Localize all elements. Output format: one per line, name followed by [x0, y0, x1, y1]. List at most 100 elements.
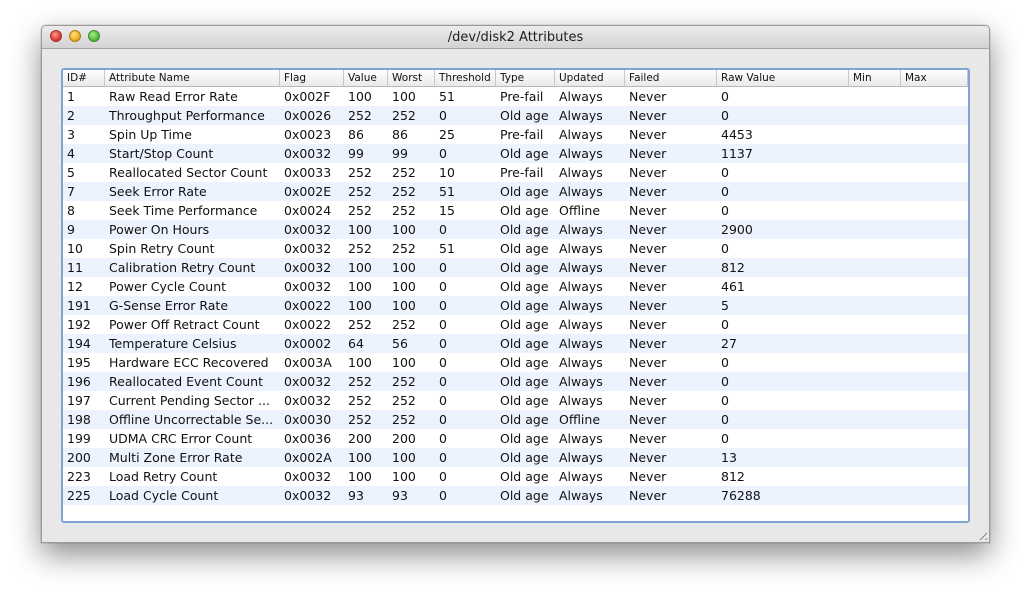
table-row[interactable]: 197 Current Pending Sector ... 0x0032 252 25… [63, 391, 968, 410]
window-title: /dev/disk2 Attributes [447, 30, 584, 45]
table-row[interactable]: 194 Temperature Celsius 0x0002 64 56 0 Old age… [63, 334, 968, 353]
column-header-id[interactable]: ID# [63, 70, 105, 86]
table-row[interactable]: 200 Multi Zone Error Rate 0x002A 100 100 0 Old… [63, 448, 968, 467]
cell-raw-value: 0 [721, 241, 729, 256]
cell-raw-value: 4453 [721, 127, 753, 142]
cell-max [901, 429, 968, 448]
attributes-window: /dev/disk2 Attributes ID# Attribute Name F… [41, 25, 990, 543]
table-row[interactable]: 4 Start/Stop Count 0x0032 99 99 0 Old age Alway… [63, 144, 968, 163]
cell-flag: 0x0032 [284, 241, 332, 256]
title-bar[interactable]: /dev/disk2 Attributes [42, 26, 989, 49]
cell-attribute-name: Seek Time Performance [109, 203, 258, 218]
column-header-updated[interactable]: Updated [555, 70, 625, 86]
cell-value: 100 [348, 222, 372, 237]
cell-worst: 100 [392, 279, 416, 294]
cell-threshold: 0 [439, 279, 447, 294]
cell-value: 99 [348, 146, 364, 161]
minimize-button[interactable] [69, 30, 81, 42]
cell-failed: Never [629, 165, 667, 180]
column-header-attribute-name[interactable]: Attribute Name [105, 70, 280, 86]
table-row[interactable]: 199 UDMA CRC Error Count 0x0036 200 200 0 Old … [63, 429, 968, 448]
column-header-raw-value[interactable]: Raw Value [717, 70, 849, 86]
close-button[interactable] [50, 30, 62, 42]
cell-flag: 0x0022 [284, 298, 332, 313]
cell-attribute-name: Hardware ECC Recovered [109, 355, 269, 370]
zoom-button[interactable] [88, 30, 100, 42]
cell-threshold: 0 [439, 469, 447, 484]
cell-type: Pre-fail [500, 127, 544, 142]
cell-value: 100 [348, 298, 372, 313]
cell-flag: 0x003A [284, 355, 332, 370]
cell-failed: Never [629, 279, 667, 294]
table-row[interactable]: 5 Reallocated Sector Count 0x0033 252 252 10 P… [63, 163, 968, 182]
column-header-max[interactable]: Max [901, 70, 968, 86]
table-row[interactable]: 12 Power Cycle Count 0x0032 100 100 0 Old age A… [63, 277, 968, 296]
cell-updated: Always [559, 165, 603, 180]
cell-flag: 0x002A [284, 450, 332, 465]
table-row[interactable]: 195 Hardware ECC Recovered 0x003A 100 100 0 Ol… [63, 353, 968, 372]
column-header-type[interactable]: Type [496, 70, 555, 86]
column-header-min[interactable]: Min [849, 70, 901, 86]
cell-worst: 252 [392, 374, 416, 389]
cell-failed: Never [629, 374, 667, 389]
cell-attribute-name: Offline Uncorrectable Se... [109, 412, 274, 427]
cell-threshold: 15 [439, 203, 455, 218]
cell-threshold: 51 [439, 184, 455, 199]
cell-id: 2 [67, 108, 75, 123]
table-row[interactable]: 10 Spin Retry Count 0x0032 252 252 51 Old age A… [63, 239, 968, 258]
column-header-failed[interactable]: Failed [625, 70, 717, 86]
cell-updated: Always [559, 184, 603, 199]
cell-id: 12 [67, 279, 83, 294]
cell-raw-value: 0 [721, 108, 729, 123]
cell-min [849, 467, 901, 486]
resize-grip[interactable] [976, 529, 987, 540]
cell-min [849, 182, 901, 201]
column-header-flag[interactable]: Flag [280, 70, 344, 86]
cell-failed: Never [629, 108, 667, 123]
cell-type: Pre-fail [500, 165, 544, 180]
table-row[interactable]: 2 Throughput Performance 0x0026 252 252 0 Old … [63, 106, 968, 125]
table-row[interactable]: 198 Offline Uncorrectable Se... 0x0030 252 2… [63, 410, 968, 429]
cell-failed: Never [629, 298, 667, 313]
column-header-worst[interactable]: Worst [388, 70, 435, 86]
cell-threshold: 25 [439, 127, 455, 142]
cell-value: 252 [348, 317, 372, 332]
table-row[interactable]: 223 Load Retry Count 0x0032 100 100 0 Old age A… [63, 467, 968, 486]
cell-max [901, 277, 968, 296]
cell-value: 100 [348, 450, 372, 465]
cell-raw-value: 0 [721, 89, 729, 104]
cell-threshold: 0 [439, 412, 447, 427]
cell-type: Old age [500, 374, 549, 389]
cell-flag: 0x0032 [284, 222, 332, 237]
table-row[interactable]: 192 Power Off Retract Count 0x0022 252 252 0 O… [63, 315, 968, 334]
cell-max [901, 467, 968, 486]
cell-type: Old age [500, 241, 549, 256]
cell-threshold: 0 [439, 298, 447, 313]
cell-type: Pre-fail [500, 89, 544, 104]
cell-updated: Always [559, 317, 603, 332]
cell-updated: Always [559, 146, 603, 161]
table-row[interactable]: 8 Seek Time Performance 0x0024 252 252 15 Old … [63, 201, 968, 220]
table-row[interactable]: 1 Raw Read Error Rate 0x002F 100 100 51 Pre-fa… [63, 87, 968, 106]
table-row[interactable]: 225 Load Cycle Count 0x0032 93 93 0 Old age Alw… [63, 486, 968, 505]
cell-max [901, 448, 968, 467]
cell-worst: 100 [392, 222, 416, 237]
table-row[interactable]: 191 G-Sense Error Rate 0x0022 100 100 0 Old ag… [63, 296, 968, 315]
table-row[interactable]: 7 Seek Error Rate 0x002E 252 252 51 Old age Alw… [63, 182, 968, 201]
table-row[interactable]: 196 Reallocated Event Count 0x0032 252 252 0 O… [63, 372, 968, 391]
table-row[interactable]: 9 Power On Hours 0x0032 100 100 0 Old age Alway… [63, 220, 968, 239]
table-row[interactable]: 11 Calibration Retry Count 0x0032 100 100 0 Ol… [63, 258, 968, 277]
cell-raw-value: 5 [721, 298, 729, 313]
cell-value: 252 [348, 108, 372, 123]
cell-type: Old age [500, 146, 549, 161]
column-header-value[interactable]: Value [344, 70, 388, 86]
cell-flag: 0x0032 [284, 488, 332, 503]
cell-failed: Never [629, 89, 667, 104]
cell-updated: Always [559, 355, 603, 370]
table-row[interactable]: 3 Spin Up Time 0x0023 86 86 25 Pre-fail Always N… [63, 125, 968, 144]
column-header-threshold[interactable]: Threshold [435, 70, 496, 86]
cell-attribute-name: Reallocated Event Count [109, 374, 264, 389]
cell-failed: Never [629, 127, 667, 142]
attributes-table[interactable]: ID# Attribute Name Flag Value Worst Threshold… [61, 68, 970, 523]
cell-updated: Offline [559, 412, 601, 427]
